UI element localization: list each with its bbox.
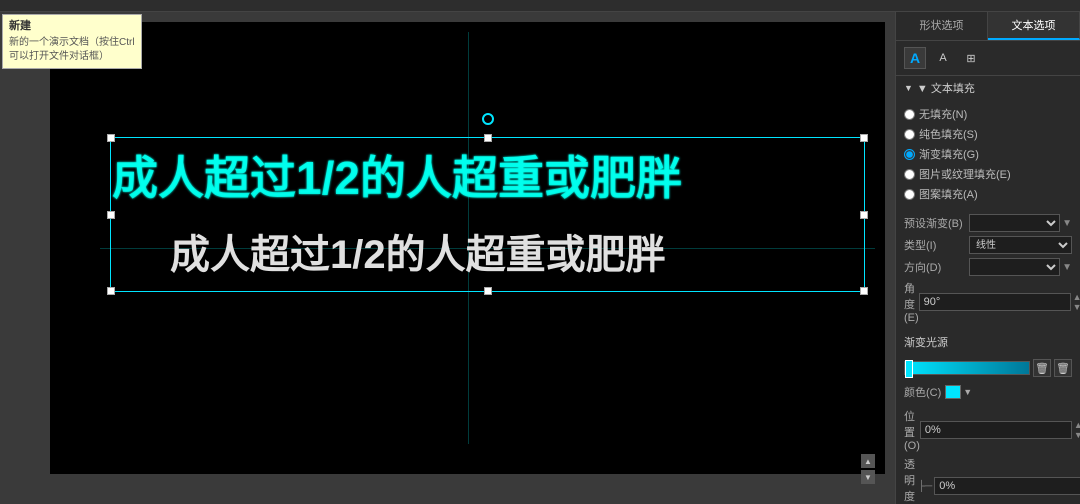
rotate-handle[interactable] [482,113,494,125]
color-label: 颜色(C) [904,384,941,400]
handle-bl[interactable] [107,287,115,295]
text-icon-frame[interactable]: ⊞ [960,47,982,69]
handle-ml[interactable] [107,211,115,219]
canvas-text-line2: 成人超过1/2的人超重或肥胖 [170,222,666,280]
text-icon-a1[interactable]: A [904,47,926,69]
angle-label: 角度(E) [904,280,919,324]
main-layout: 新建 新的一个演示文档（按住Ctrl可以打开文件对话框） 成人超过1/2的人超 [0,12,1080,504]
canvas-text-line1: 成人超过1/2的人超重或肥胖 [112,142,682,208]
field-direction: 方向(D) ▼ [904,256,1072,278]
scroll-down[interactable]: ▼ [861,470,875,484]
handle-tr[interactable] [860,134,868,142]
preset-select[interactable] [969,214,1060,232]
tab-text[interactable]: 文本选项 [988,12,1080,40]
color-swatch[interactable] [945,385,961,399]
fill-none-label: 无填充(N) [919,106,967,122]
field-type: 类型(I) 线性 [904,234,1072,256]
angle-up[interactable]: ▲ [1073,292,1080,302]
handle-bc[interactable] [484,287,492,295]
transparency-input[interactable] [934,477,1080,495]
scroll-arrows: ▲ ▼ [861,454,875,484]
radio-pattern: 图案填充(A) [904,184,1072,204]
type-select[interactable]: 线性 [969,236,1072,254]
type-label: 类型(I) [904,237,969,253]
position-label: 位置(O) [904,408,920,452]
tab-shape[interactable]: 形状选项 [896,12,988,40]
handle-tc[interactable] [484,134,492,142]
dir-arrow: ▼ [1062,262,1072,273]
canvas-area[interactable]: 新建 新的一个演示文档（按住Ctrl可以打开文件对话框） 成人超过1/2的人超 [0,12,895,504]
color-dropdown-arrow[interactable]: ▼ [963,387,972,397]
handle-br[interactable] [860,287,868,295]
preset-arrow: ▼ [1062,218,1072,229]
tooltip-popup: 新建 新的一个演示文档（按住Ctrl可以打开文件对话框） [2,14,142,69]
fields-section: 预设渐变(B) ▼ 类型(I) 线性 方向(D) ▼ 角度(E) ▲ [896,208,1080,330]
preset-label: 预设渐变(B) [904,215,969,231]
handle-tl[interactable] [107,134,115,142]
gradient-section-header: 渐变光源 [896,330,1080,354]
field-transparency: 透明度(T) ├─ ▲ ▼ [904,454,1072,504]
transparency-label: 透明度(T) [904,456,918,504]
direction-select[interactable] [969,258,1060,276]
fill-arrow: ▼ [904,83,913,93]
section-fill-header[interactable]: ▼ ▼ 文本填充 [896,76,1080,100]
gradient-bar[interactable] [904,361,1030,375]
radio-image: 图片或纹理填充(E) [904,164,1072,184]
fill-pattern-label: 图案填充(A) [919,186,978,202]
panel-tab-icons: A A ⊞ [896,41,1080,76]
gradient-btn-remove[interactable]: 🗑 [1054,359,1072,377]
section-fill-content: 无填充(N) 纯色填充(S) 渐变填充(G) 图片或纹理填充(E) 图案填充(A… [896,100,1080,208]
pos-up[interactable]: ▲ [1074,420,1080,430]
radio-gradient: 渐变填充(G) [904,144,1072,164]
gradient-btn-add[interactable]: 🗑 [1033,359,1051,377]
panel-tabs: 形状选项 文本选项 [896,12,1080,41]
gradient-stop-left[interactable] [905,360,913,378]
field-position: 位置(O) ▲ ▼ [904,406,1072,454]
gradient-label: 渐变光源 [904,334,948,350]
direction-label: 方向(D) [904,259,969,275]
scroll-up[interactable]: ▲ [861,454,875,468]
position-input[interactable] [920,421,1072,439]
fill-image-label: 图片或纹理填充(E) [919,166,1011,182]
color-row: 颜色(C) ▼ [896,382,1080,402]
angle-down[interactable]: ▼ [1073,302,1080,312]
field-preset: 预设渐变(B) ▼ [904,212,1072,234]
pos-down[interactable]: ▼ [1074,430,1080,440]
fill-gradient-label: 渐变填充(G) [919,146,979,162]
fill-solid-label: 纯色填充(S) [919,126,978,142]
handle-mr[interactable] [860,211,868,219]
radio-solid: 纯色填充(S) [904,124,1072,144]
tooltip-body: 新的一个演示文档（按住Ctrl可以打开文件对话框） [9,36,135,64]
gradient-bar-container: 🗑 🗑 [896,354,1080,382]
gradient-bar-wrapper: 🗑 🗑 [904,358,1072,378]
top-bar [0,0,1080,12]
right-panel: 形状选项 文本选项 A A ⊞ ▼ ▼ 文本填充 无填充(N) 纯色填充(S) [895,12,1080,504]
gradient-fields: 位置(O) ▲ ▼ 透明度(T) ├─ ▲ ▼ 亮度(I) + [896,402,1080,504]
tooltip-title: 新建 [9,19,135,34]
field-angle: 角度(E) ▲ ▼ [904,278,1072,326]
section-fill-label: ▼ 文本填充 [917,80,975,96]
angle-input[interactable] [919,293,1071,311]
canvas-black: 成人超过1/2的人超重或肥胖 成人超过1/2的人超重或肥胖 [50,22,885,474]
radio-none: 无填充(N) [904,104,1072,124]
text-icon-a2[interactable]: A [932,47,954,69]
